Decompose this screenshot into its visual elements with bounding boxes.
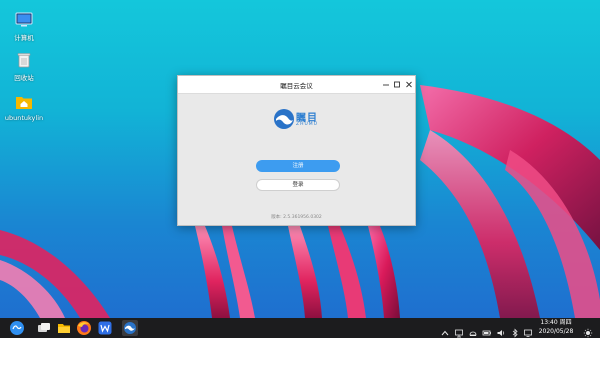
wps-writer-icon bbox=[98, 321, 112, 335]
trash-icon bbox=[17, 53, 31, 68]
window-title: 瞩目云会议 bbox=[280, 82, 313, 90]
battery-icon bbox=[482, 330, 491, 336]
logo-sub: ZHUMU bbox=[296, 122, 318, 127]
version-text: 版本: 2.5.361956.0302 bbox=[271, 215, 322, 220]
wps-writer-button[interactable] bbox=[97, 320, 113, 336]
maximize-button[interactable] bbox=[392, 79, 402, 90]
zhumu-login-window: 瞩目云会议 瞩目 ZHUMU 注册 登录 版本: 2.5.361956.0302 bbox=[177, 75, 416, 226]
zhumu-app-icon bbox=[122, 320, 138, 336]
login-button[interactable]: 登录 bbox=[256, 179, 340, 191]
brightness-button[interactable] bbox=[583, 323, 593, 338]
computer-icon bbox=[15, 12, 33, 27]
network-icon bbox=[455, 329, 463, 338]
clock-date: 2020/05/28 bbox=[538, 328, 574, 335]
brightness-icon bbox=[583, 328, 593, 338]
firefox-button[interactable] bbox=[76, 320, 92, 336]
volume-icon bbox=[497, 330, 505, 336]
taskbar: 13:40 周四 2020/05/28 bbox=[0, 318, 600, 338]
minimize-icon bbox=[383, 84, 389, 86]
desktop-icon-trash[interactable]: 回收站 bbox=[0, 50, 48, 82]
desktop-icon-label: 计算机 bbox=[14, 34, 34, 42]
display-button[interactable] bbox=[523, 323, 533, 337]
window-titlebar[interactable]: 瞩目云会议 bbox=[178, 76, 415, 94]
close-icon bbox=[406, 81, 412, 88]
zhumu-logo-icon bbox=[274, 109, 294, 129]
multitask-view-icon bbox=[38, 323, 50, 332]
volume-button[interactable] bbox=[496, 323, 506, 336]
desktop-icon-label: 回收站 bbox=[14, 74, 34, 82]
clipboard-button[interactable] bbox=[468, 323, 478, 336]
bluetooth-icon bbox=[512, 328, 518, 338]
firefox-icon bbox=[77, 321, 91, 335]
desktop-icon-computer[interactable]: 计算机 bbox=[0, 10, 48, 42]
clock-time: 13:40 周四 bbox=[540, 319, 572, 326]
maximize-icon bbox=[394, 81, 400, 88]
clipboard-icon bbox=[469, 331, 477, 336]
start-menu-icon bbox=[10, 321, 24, 335]
home-folder-icon bbox=[16, 97, 32, 109]
zhumu-logo: 瞩目 ZHUMU bbox=[273, 108, 329, 130]
tray-expand-button[interactable] bbox=[440, 323, 450, 336]
file-manager-button[interactable] bbox=[56, 320, 72, 336]
desktop: 计算机 回收站 ubuntukylin 瞩目云会议 瞩目 ZHUMU 注册 登录… bbox=[0, 0, 600, 318]
zhumu-app-button[interactable] bbox=[122, 320, 138, 336]
desktop-icon-home[interactable]: ubuntukylin bbox=[0, 92, 48, 122]
network-button[interactable] bbox=[454, 323, 464, 338]
multitask-view-button[interactable] bbox=[36, 320, 52, 336]
minimize-button[interactable] bbox=[381, 79, 391, 90]
start-menu-button[interactable] bbox=[9, 320, 25, 336]
clock[interactable]: 13:40 周四 2020/05/28 bbox=[534, 319, 578, 336]
battery-button[interactable] bbox=[482, 323, 492, 336]
bluetooth-button[interactable] bbox=[510, 323, 520, 338]
file-manager-icon bbox=[58, 324, 70, 333]
register-button[interactable]: 注册 bbox=[256, 160, 340, 172]
close-button[interactable] bbox=[404, 79, 414, 90]
tray-expand-icon bbox=[441, 330, 449, 336]
desktop-icon-label: ubuntukylin bbox=[4, 114, 44, 122]
display-icon bbox=[524, 329, 532, 337]
